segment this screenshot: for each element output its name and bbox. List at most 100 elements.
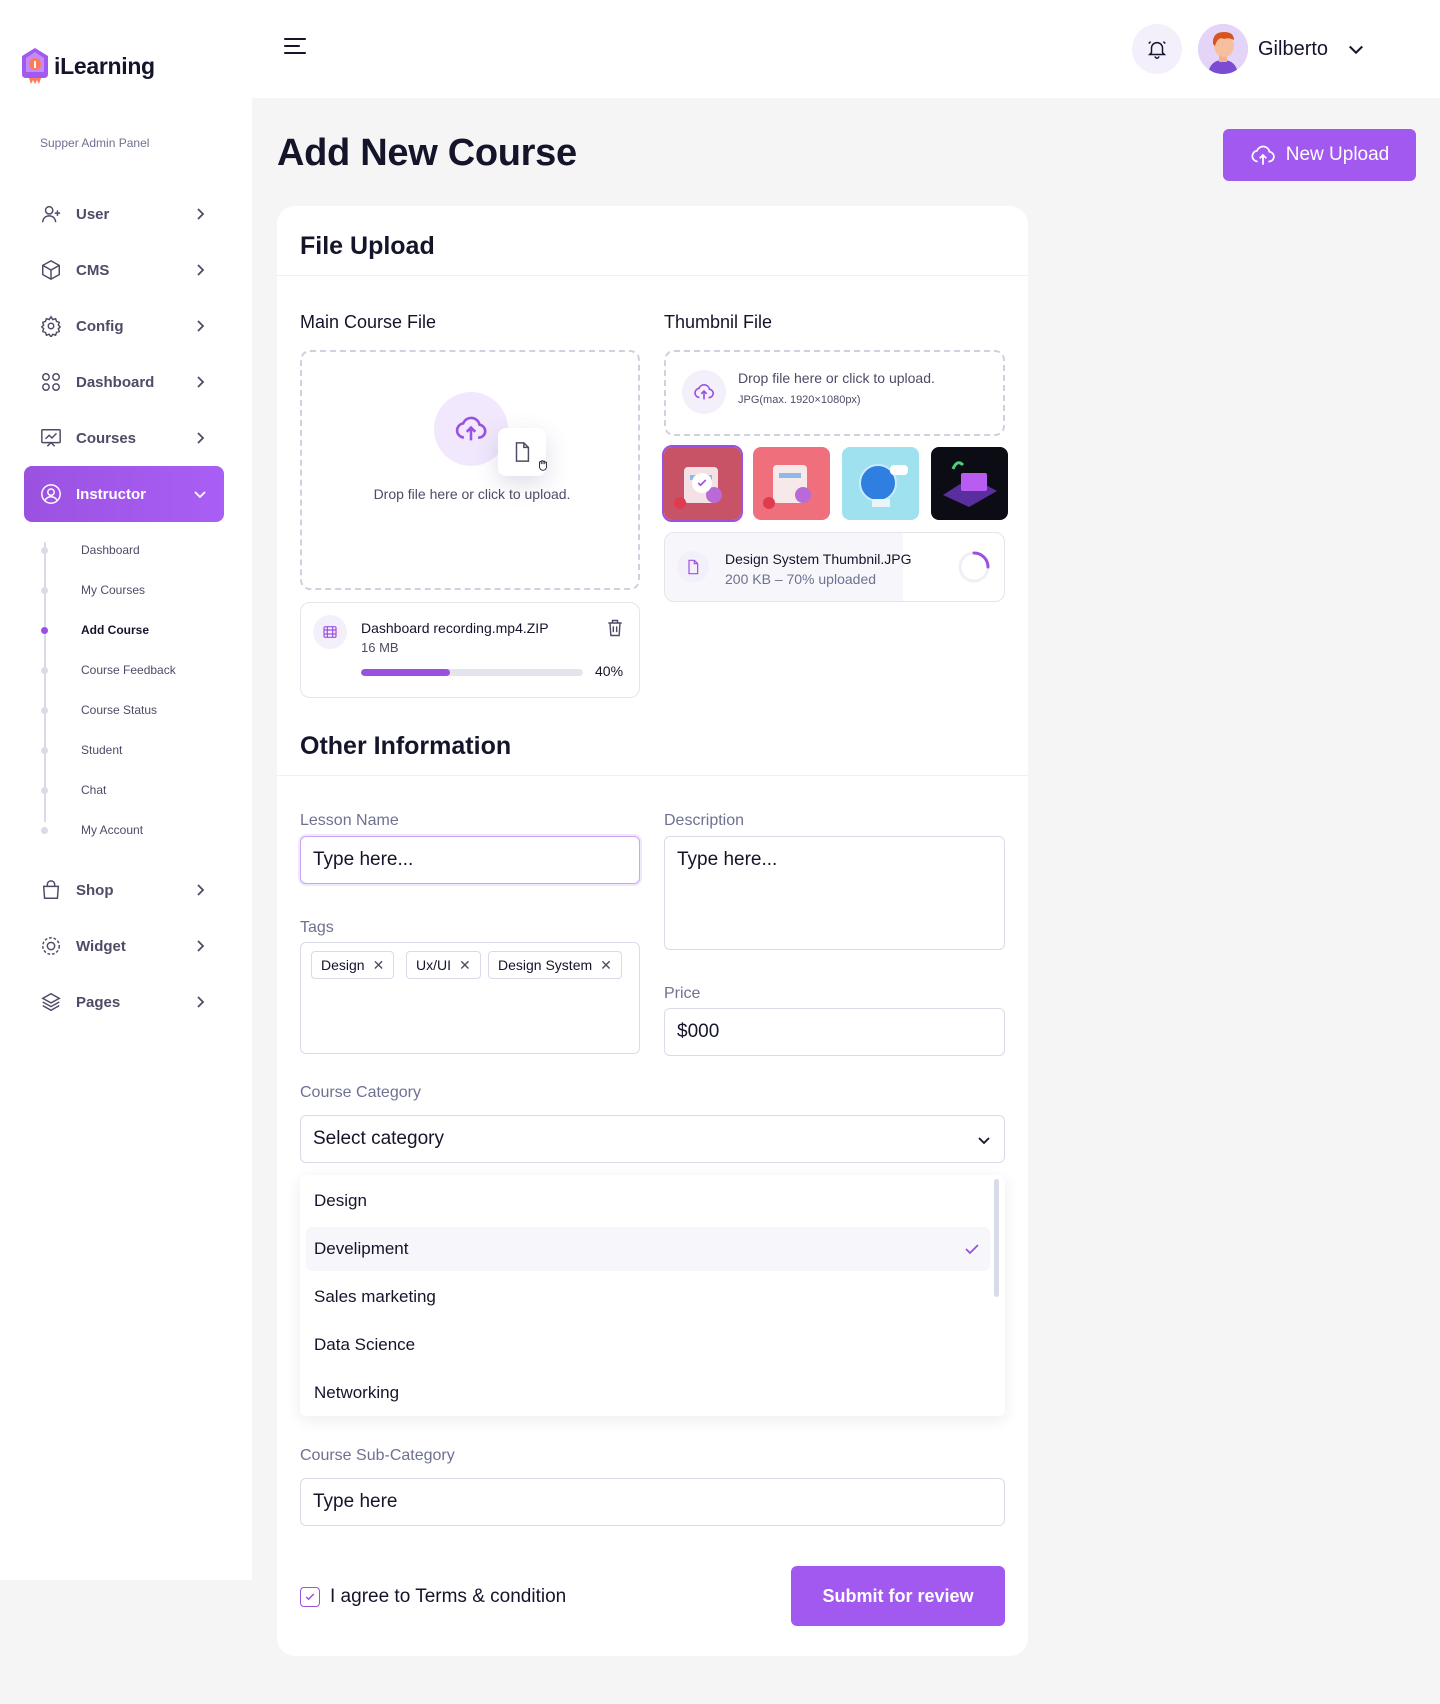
subnav-label: Chat bbox=[81, 783, 107, 797]
new-upload-button[interactable]: New Upload bbox=[1223, 129, 1416, 181]
close-icon[interactable]: ✕ bbox=[459, 957, 471, 974]
sidebar-item-label: User bbox=[76, 205, 110, 223]
subnav-dot bbox=[41, 747, 48, 754]
upload-file-name: Design System Thumbnil.JPG bbox=[725, 551, 912, 567]
gear-icon bbox=[40, 315, 62, 337]
loading-spinner-icon bbox=[958, 551, 990, 583]
category-label: Course Category bbox=[300, 1084, 421, 1101]
sidebar-item-user[interactable]: User bbox=[24, 186, 224, 242]
thumb-upload-item: Design System Thumbnil.JPG 200 KB – 70% … bbox=[664, 532, 1005, 602]
grid-icon bbox=[40, 371, 62, 393]
upload-circle bbox=[434, 392, 508, 466]
category-select-value: Select category bbox=[313, 1128, 444, 1149]
subnav-item-student[interactable]: Student bbox=[41, 730, 224, 770]
file-upload-title: File Upload bbox=[300, 232, 435, 260]
chevron-right-icon bbox=[197, 264, 205, 276]
logo[interactable]: iLearning bbox=[20, 46, 155, 86]
new-upload-label: New Upload bbox=[1285, 144, 1390, 165]
sidebar-item-config[interactable]: Config bbox=[24, 298, 224, 354]
category-dropdown: Design Develipment Sales marketing Data … bbox=[300, 1175, 1005, 1416]
brand-name: iLearning bbox=[54, 52, 155, 79]
subnav-item-course-status[interactable]: Course Status bbox=[41, 690, 224, 730]
thumbnail-option[interactable] bbox=[753, 447, 830, 520]
upload-progress-bar bbox=[361, 669, 583, 676]
scrollbar[interactable] bbox=[994, 1179, 999, 1297]
widget-gear-icon bbox=[40, 935, 62, 957]
submit-button[interactable]: Submit for review bbox=[791, 1566, 1005, 1626]
user-menu[interactable]: Gilberto bbox=[1198, 24, 1366, 74]
sidebar-item-cms[interactable]: CMS bbox=[24, 242, 224, 298]
subnav-label: Student bbox=[81, 743, 123, 757]
chevron-down-icon bbox=[194, 491, 206, 499]
subnav-item-my-courses[interactable]: My Courses bbox=[41, 570, 224, 610]
subcategory-input[interactable]: Type here bbox=[300, 1478, 1005, 1526]
category-option[interactable]: Data Science bbox=[306, 1323, 990, 1367]
subnav-item-dashboard[interactable]: Dashboard bbox=[41, 530, 224, 570]
sidebar-item-label: Courses bbox=[76, 429, 137, 447]
subnav-line bbox=[44, 542, 46, 822]
page-title: Add New Course bbox=[277, 132, 577, 174]
sidebar-item-instructor[interactable]: Instructor bbox=[24, 466, 224, 522]
menu-icon[interactable] bbox=[284, 38, 306, 56]
thumbnail-option[interactable] bbox=[931, 447, 1008, 520]
subnav-dot bbox=[41, 627, 48, 634]
terms-checkbox[interactable]: I agree to Terms & condition bbox=[300, 1586, 566, 1608]
bag-icon bbox=[40, 879, 62, 901]
box-icon bbox=[40, 259, 62, 281]
subnav-item-chat[interactable]: Chat bbox=[41, 770, 224, 810]
subnav-item-course-feedback[interactable]: Course Feedback bbox=[41, 650, 224, 690]
tag-chip: Design ✕ bbox=[311, 951, 395, 979]
sidebar: iLearning Supper Admin Panel User CMS Co… bbox=[0, 0, 252, 1580]
file-icon bbox=[515, 442, 530, 462]
menu-bar bbox=[284, 45, 300, 47]
sidebar-item-courses[interactable]: Courses bbox=[24, 410, 224, 466]
trash-icon[interactable] bbox=[605, 617, 625, 639]
category-option[interactable]: Develipment bbox=[306, 1227, 990, 1271]
chevron-right-icon bbox=[197, 208, 205, 220]
tag-chip: Ux/UI ✕ bbox=[406, 951, 481, 979]
subnav-label: My Account bbox=[81, 823, 144, 837]
subnav-dot bbox=[41, 707, 48, 714]
user-add-icon bbox=[40, 203, 62, 225]
menu-bar bbox=[284, 38, 306, 40]
category-option[interactable]: Sales marketing bbox=[306, 1275, 990, 1319]
chevron-right-icon bbox=[197, 884, 205, 896]
user-name: Gilberto bbox=[1258, 37, 1329, 60]
category-select[interactable]: Select category bbox=[300, 1115, 1005, 1163]
sidebar-item-dashboard[interactable]: Dashboard bbox=[24, 354, 224, 410]
chevron-right-icon bbox=[197, 376, 205, 388]
description-textarea[interactable]: Type here... bbox=[664, 836, 1005, 950]
user-circle-icon bbox=[40, 483, 62, 505]
tag-label: Design System bbox=[498, 957, 593, 973]
cloud-upload-icon bbox=[1251, 145, 1275, 165]
subnav-dot bbox=[41, 667, 48, 674]
subnav-item-my-account[interactable]: My Account bbox=[41, 810, 224, 850]
checkbox[interactable] bbox=[300, 1587, 320, 1607]
thumb-file-dropzone[interactable]: Drop file here or click to upload. JPG(m… bbox=[664, 350, 1005, 436]
main-file-dropzone[interactable]: Drop file here or click to upload. bbox=[300, 350, 640, 590]
sidebar-item-pages[interactable]: Pages bbox=[24, 974, 224, 1030]
drag-file-preview bbox=[498, 428, 547, 476]
tag-label: Design bbox=[321, 957, 365, 973]
close-icon[interactable]: ✕ bbox=[373, 957, 385, 974]
price-input[interactable]: $000 bbox=[664, 1008, 1005, 1056]
subnav-label: Course Status bbox=[81, 703, 158, 717]
thumbnail-option[interactable] bbox=[662, 445, 743, 522]
sidebar-item-shop[interactable]: Shop bbox=[24, 862, 224, 918]
notification-button[interactable] bbox=[1132, 24, 1182, 74]
cloud-upload-icon bbox=[694, 384, 714, 400]
upload-file-name: Dashboard recording.mp4.ZIP bbox=[361, 620, 549, 636]
dropzone-text: Drop file here or click to upload. bbox=[373, 486, 571, 502]
sidebar-item-label: Pages bbox=[76, 993, 121, 1011]
price-label: Price bbox=[664, 985, 701, 1002]
tags-input[interactable]: Design ✕ Ux/UI ✕ Design System ✕ bbox=[300, 942, 640, 1054]
category-option[interactable]: Networking bbox=[306, 1371, 990, 1415]
sidebar-item-label: CMS bbox=[76, 261, 110, 279]
category-option[interactable]: Design bbox=[306, 1179, 990, 1223]
thumbnail-option[interactable] bbox=[842, 447, 919, 520]
chevron-down-icon bbox=[1349, 45, 1363, 55]
subnav-item-add-course[interactable]: Add Course bbox=[41, 610, 224, 650]
lesson-name-input[interactable]: Type here... bbox=[300, 836, 640, 884]
close-icon[interactable]: ✕ bbox=[600, 957, 612, 974]
sidebar-item-widget[interactable]: Widget bbox=[24, 918, 224, 974]
